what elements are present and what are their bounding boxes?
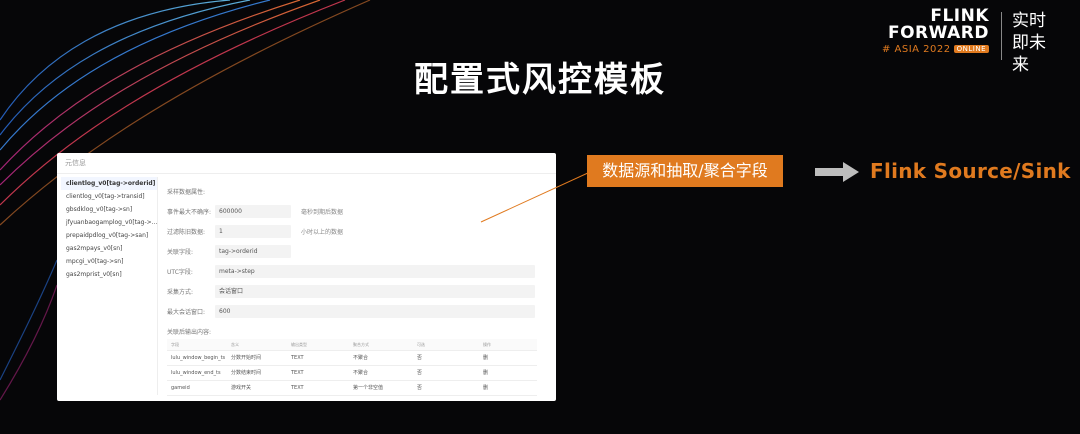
source-item[interactable]: gas2mprist_v0[sn] — [61, 268, 157, 281]
source-label: clientlog_v0[tag->orderid] — [66, 180, 156, 187]
cell-optional: 否 — [417, 385, 423, 391]
form-row: 采样数据属性: — [167, 183, 547, 200]
column-header: 操作 — [483, 342, 491, 347]
delete-link[interactable]: 删 — [483, 381, 533, 395]
form-row: 最大会话窗口: 600 — [167, 303, 547, 320]
field-label: 采样数据属性: — [167, 189, 206, 196]
field-label: 关联后输出内容: — [167, 329, 212, 336]
cell-meaning: 分数开始时间 — [231, 355, 262, 361]
field-input[interactable]: meta->step — [215, 265, 535, 278]
config-form: 采样数据属性: 事件最大不确序: 600000 毫秒到期后数据 过滤陈旧数据: … — [167, 183, 547, 343]
source-item[interactable]: mpcgi_v0[tag->sn] — [61, 255, 157, 268]
field-note: 小时以上的数据 — [301, 229, 344, 236]
field-input[interactable]: 600000 — [215, 205, 291, 218]
column-header: 字段 — [171, 342, 179, 347]
table-row: lulu_window_end_ts 分数结束时间 TEXT 不聚合 否 删 — [167, 366, 537, 381]
form-row: 关联后输出内容: — [167, 323, 547, 340]
field-label: 关联字段: — [167, 249, 194, 256]
field-input[interactable]: 600 — [215, 305, 535, 318]
cell-field: lulu_window_begin_ts — [171, 355, 226, 361]
cell-optional: 否 — [417, 370, 423, 376]
field-label: 过滤陈旧数据: — [167, 229, 206, 236]
source-item[interactable]: jfyuanbaogamplog_v0[tag->... — [61, 216, 157, 229]
cell-type: TEXT — [291, 355, 304, 361]
source-item[interactable]: gas2mpays_v0[sn] — [61, 242, 157, 255]
callout-box: 数据源和抽取/聚合字段 — [587, 155, 783, 187]
column-header: 输出类型 — [291, 342, 307, 347]
source-item[interactable]: prepaidpdlog_v0[tag->san] — [61, 229, 157, 242]
field-label: UTC字段: — [167, 269, 193, 276]
source-item[interactable]: gbsdklog_v0[tag->sn] — [61, 203, 157, 216]
column-header: 聚合方式 — [353, 342, 369, 347]
form-row: UTC字段: meta->step — [167, 263, 547, 280]
brand-line-2: FORWARD — [887, 23, 989, 43]
source-item[interactable]: clientlog_v0[tag->orderid]✓ — [61, 177, 157, 190]
cell-agg: 不聚合 — [353, 370, 369, 376]
cell-type: TEXT — [291, 370, 304, 376]
ui-screenshot: 元信息 clientlog_v0[tag->orderid]✓ clientlo… — [57, 153, 556, 401]
table-row: lulu_window_begin_ts 分数开始时间 TEXT 不聚合 否 删 — [167, 351, 537, 366]
output-table: 字段 含义 输出类型 聚合方式 可选 操作 lulu_window_begin_… — [167, 339, 537, 396]
field-input[interactable]: 1 — [215, 225, 291, 238]
table-row: gameid 游戏开关 TEXT 第一个非空值 否 删 — [167, 381, 537, 396]
cell-optional: 否 — [417, 355, 423, 361]
column-header: 含义 — [231, 342, 239, 347]
cell-meaning: 游戏开关 — [231, 385, 252, 391]
field-note: 毫秒到期后数据 — [301, 209, 344, 216]
form-row: 过滤陈旧数据: 1 小时以上的数据 — [167, 223, 547, 240]
form-row: 关联字段: tag->orderid — [167, 243, 547, 260]
field-label: 采集方式: — [167, 289, 194, 296]
flink-forward-wordmark: FLINK FORWARD # ASIA 2022 ONLINE — [882, 8, 989, 55]
column-header: 可选 — [417, 342, 425, 347]
field-label: 最大会话窗口: — [167, 309, 206, 316]
target-label: Flink Source/Sink — [870, 159, 1071, 183]
form-row: 采集方式: 会话窗口 — [167, 283, 547, 300]
source-list: clientlog_v0[tag->orderid]✓ clientlog_v0… — [61, 177, 158, 395]
field-input[interactable]: tag->orderid — [215, 245, 291, 258]
arrow-right-icon — [815, 162, 859, 182]
field-label: 事件最大不确序: — [167, 209, 212, 216]
cell-field: lulu_window_end_ts — [171, 370, 221, 376]
form-row: 事件最大不确序: 600000 毫秒到期后数据 — [167, 203, 547, 220]
slide-title: 配置式风控模板 — [414, 60, 666, 100]
cell-type: TEXT — [291, 385, 304, 391]
field-select[interactable]: 会话窗口 — [215, 285, 535, 298]
cell-agg: 第一个非空值 — [353, 385, 384, 391]
table-header: 字段 含义 输出类型 聚合方式 可选 操作 — [167, 339, 537, 351]
delete-link[interactable]: 删 — [483, 366, 533, 380]
screenshot-header: 元信息 — [57, 153, 556, 174]
cell-agg: 不聚合 — [353, 355, 369, 361]
delete-link[interactable]: 删 — [483, 351, 533, 365]
source-item[interactable]: clientlog_v0[tag->transid] — [61, 190, 157, 203]
cell-field: gameid — [171, 385, 190, 391]
cell-meaning: 分数结束时间 — [231, 370, 262, 376]
